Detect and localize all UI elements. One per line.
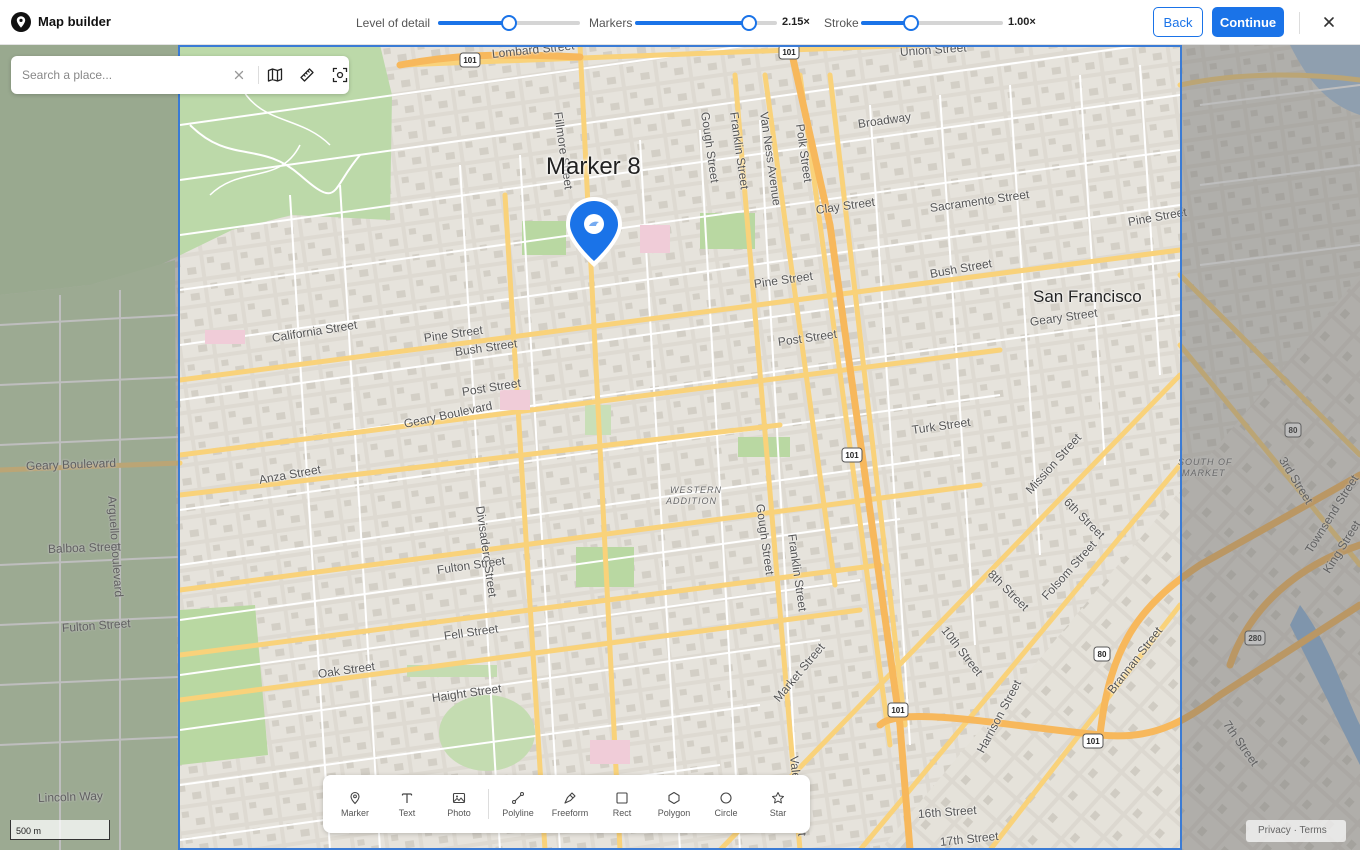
tool-label: Polyline (502, 808, 534, 818)
close-icon[interactable] (1318, 11, 1340, 33)
detail-label: Level of detail (356, 16, 431, 30)
tool-freeform[interactable]: Freeform (544, 783, 596, 827)
top-bar: Map builder Level of detail Markers 2.15… (0, 0, 1360, 45)
markers-slider-fill (635, 21, 749, 25)
tool-polyline[interactable]: Polyline (492, 783, 544, 827)
freeform-pen-icon (564, 792, 576, 804)
outside-frame-shade (1182, 45, 1360, 850)
markers-label: Markers (589, 16, 633, 30)
tool-label: Rect (612, 808, 632, 818)
tool-star[interactable]: Star (752, 783, 804, 827)
map-pin-logo-icon (11, 12, 31, 32)
tool-label: Photo (447, 808, 471, 818)
back-button[interactable]: Back (1153, 7, 1203, 37)
markers-slider-thumb[interactable] (740, 15, 757, 31)
marker-icon (350, 791, 360, 805)
search-divider (258, 66, 259, 84)
tool-label: Freeform (551, 808, 589, 818)
detail-slider-thumb[interactable] (501, 15, 517, 31)
privacy-link[interactable]: Privacy (1258, 825, 1291, 836)
stroke-label: Stroke (824, 16, 859, 30)
stroke-slider[interactable] (861, 15, 1003, 31)
polyline-icon (512, 792, 524, 804)
tool-label: Circle (714, 808, 738, 818)
search-input[interactable] (22, 65, 222, 85)
link-separator: · (1293, 825, 1297, 836)
markers-value: 2.15× (782, 16, 810, 28)
rectangle-icon (616, 792, 628, 804)
tool-label: Marker (340, 808, 369, 818)
tool-marker[interactable]: Marker (329, 783, 381, 827)
drawing-toolbar: Marker Text Photo Polyline Freeform Rect… (323, 775, 810, 833)
header-divider (1299, 12, 1300, 34)
tool-polygon[interactable]: Polygon (648, 783, 700, 827)
tool-label: Text (398, 808, 416, 818)
markers-slider[interactable] (635, 15, 777, 31)
detail-slider[interactable] (438, 15, 580, 31)
tool-circle[interactable]: Circle (700, 783, 752, 827)
photo-icon (452, 792, 466, 804)
circle-icon (720, 792, 732, 804)
locate-focus-icon[interactable] (332, 67, 348, 83)
tool-label: Star (769, 808, 787, 818)
outside-frame-shade (0, 45, 178, 850)
polygon-icon (668, 791, 680, 805)
search-box (11, 56, 349, 94)
ruler-icon[interactable] (299, 67, 315, 83)
tool-rect[interactable]: Rect (596, 783, 648, 827)
text-icon (401, 793, 413, 803)
map-marker-pin-icon[interactable] (563, 195, 625, 269)
tool-photo[interactable]: Photo (433, 783, 485, 827)
map-layers-icon[interactable] (267, 67, 283, 83)
stroke-value: 1.00× (1008, 16, 1036, 28)
stroke-slider-thumb[interactable] (902, 15, 919, 31)
tool-label: Polygon (657, 808, 691, 818)
attribution-links: Privacy · Terms (1246, 820, 1346, 842)
map-canvas[interactable]: Lombard Street Union Street Broadway Fil… (0, 45, 1360, 850)
star-icon (772, 792, 784, 804)
clear-search-icon[interactable] (232, 68, 246, 82)
terms-link[interactable]: Terms (1300, 825, 1327, 836)
toolbar-divider (488, 789, 489, 819)
print-frame[interactable] (178, 45, 1182, 850)
continue-button[interactable]: Continue (1212, 7, 1284, 37)
app-title: Map builder (38, 14, 111, 29)
tool-text[interactable]: Text (381, 783, 433, 827)
detail-slider-fill (438, 21, 509, 25)
marker-title[interactable]: Marker 8 (546, 153, 641, 181)
scale-bar: 500 m (10, 820, 110, 840)
